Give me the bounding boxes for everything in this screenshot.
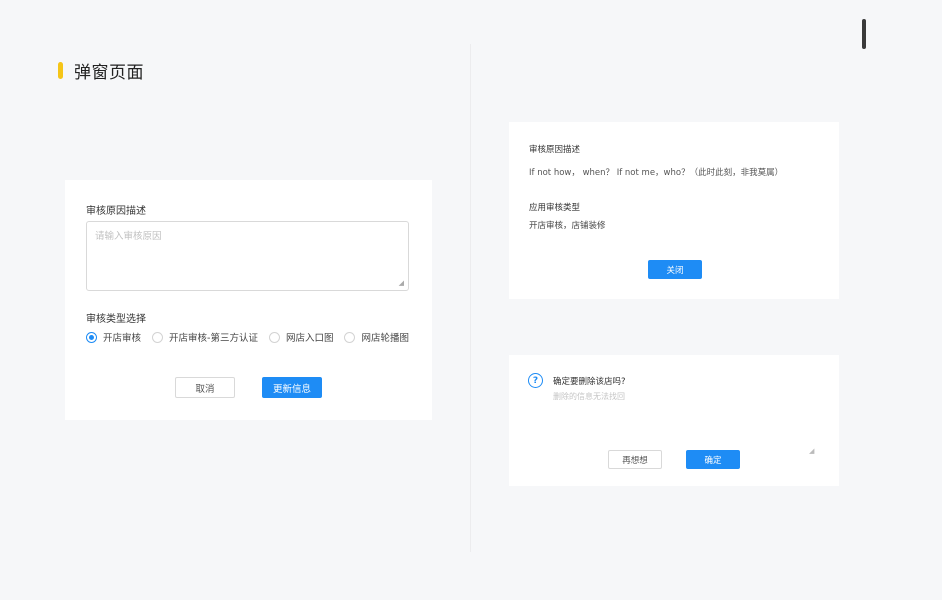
detail-reason-label: 审核原因描述 bbox=[529, 145, 581, 155]
resize-handle-icon[interactable]: ◢ bbox=[399, 280, 404, 287]
detail-type-value: 开店审核，店铺装修 bbox=[529, 221, 606, 231]
radio-label: 网店轮播图 bbox=[361, 333, 409, 344]
page-header: 弹窗页面 bbox=[58, 58, 144, 83]
detail-reason-value: If not how， when？ If not me，who？（此时此刻，非我… bbox=[529, 168, 784, 178]
page-title: 弹窗页面 bbox=[74, 63, 144, 83]
detail-type-label: 应用审核类型 bbox=[529, 203, 581, 213]
review-form-modal: 审核原因描述 请输入审核原因 ◢ 审核类型选择 开店审核 开店审核-第三方认证 … bbox=[65, 180, 432, 420]
update-info-button[interactable]: 更新信息 bbox=[262, 377, 322, 398]
type-label: 审核类型选择 bbox=[86, 314, 146, 325]
confirm-button[interactable]: 确定 bbox=[686, 450, 740, 469]
reason-placeholder: 请输入审核原因 bbox=[95, 231, 162, 242]
radio-option-third-party[interactable]: 开店审核-第三方认证 bbox=[152, 330, 258, 344]
radio-label: 开店审核-第三方认证 bbox=[169, 333, 258, 344]
confirm-title: 确定要删除该店吗? bbox=[553, 377, 626, 387]
reason-label: 审核原因描述 bbox=[86, 206, 146, 217]
resize-handle-icon[interactable]: ◢ bbox=[809, 447, 814, 455]
reason-textarea[interactable]: 请输入审核原因 ◢ bbox=[86, 221, 409, 291]
scrollbar-thumb[interactable] bbox=[862, 19, 866, 49]
rethink-button[interactable]: 再想想 bbox=[608, 450, 662, 469]
radio-unchecked-icon[interactable] bbox=[344, 331, 356, 343]
radio-unchecked-icon[interactable] bbox=[152, 331, 164, 343]
radio-label: 开店审核 bbox=[103, 333, 142, 344]
radio-option-store-review[interactable]: 开店审核 bbox=[86, 330, 141, 344]
review-detail-modal: 审核原因描述 If not how， when？ If not me，who？（… bbox=[509, 122, 839, 299]
cancel-button[interactable]: 取消 bbox=[175, 377, 235, 398]
title-accent-bar bbox=[58, 62, 63, 79]
delete-confirm-modal: ? 确定要删除该店吗? 删除的信息无法找回 再想想 确定 ◢ bbox=[509, 355, 839, 486]
review-type-radio-group: 开店审核 开店审核-第三方认证 网店入口图 网店轮播图 bbox=[86, 330, 420, 344]
vertical-divider bbox=[470, 44, 471, 552]
radio-option-carousel-image[interactable]: 网店轮播图 bbox=[344, 330, 409, 344]
radio-checked-icon[interactable] bbox=[86, 331, 97, 343]
question-circle-icon: ? bbox=[528, 373, 543, 388]
radio-unchecked-icon[interactable] bbox=[268, 331, 280, 343]
close-button[interactable]: 关闭 bbox=[648, 260, 702, 279]
radio-label: 网店入口图 bbox=[285, 333, 334, 344]
confirm-subtitle: 删除的信息无法找回 bbox=[553, 392, 625, 401]
radio-option-entry-image[interactable]: 网店入口图 bbox=[268, 330, 334, 344]
